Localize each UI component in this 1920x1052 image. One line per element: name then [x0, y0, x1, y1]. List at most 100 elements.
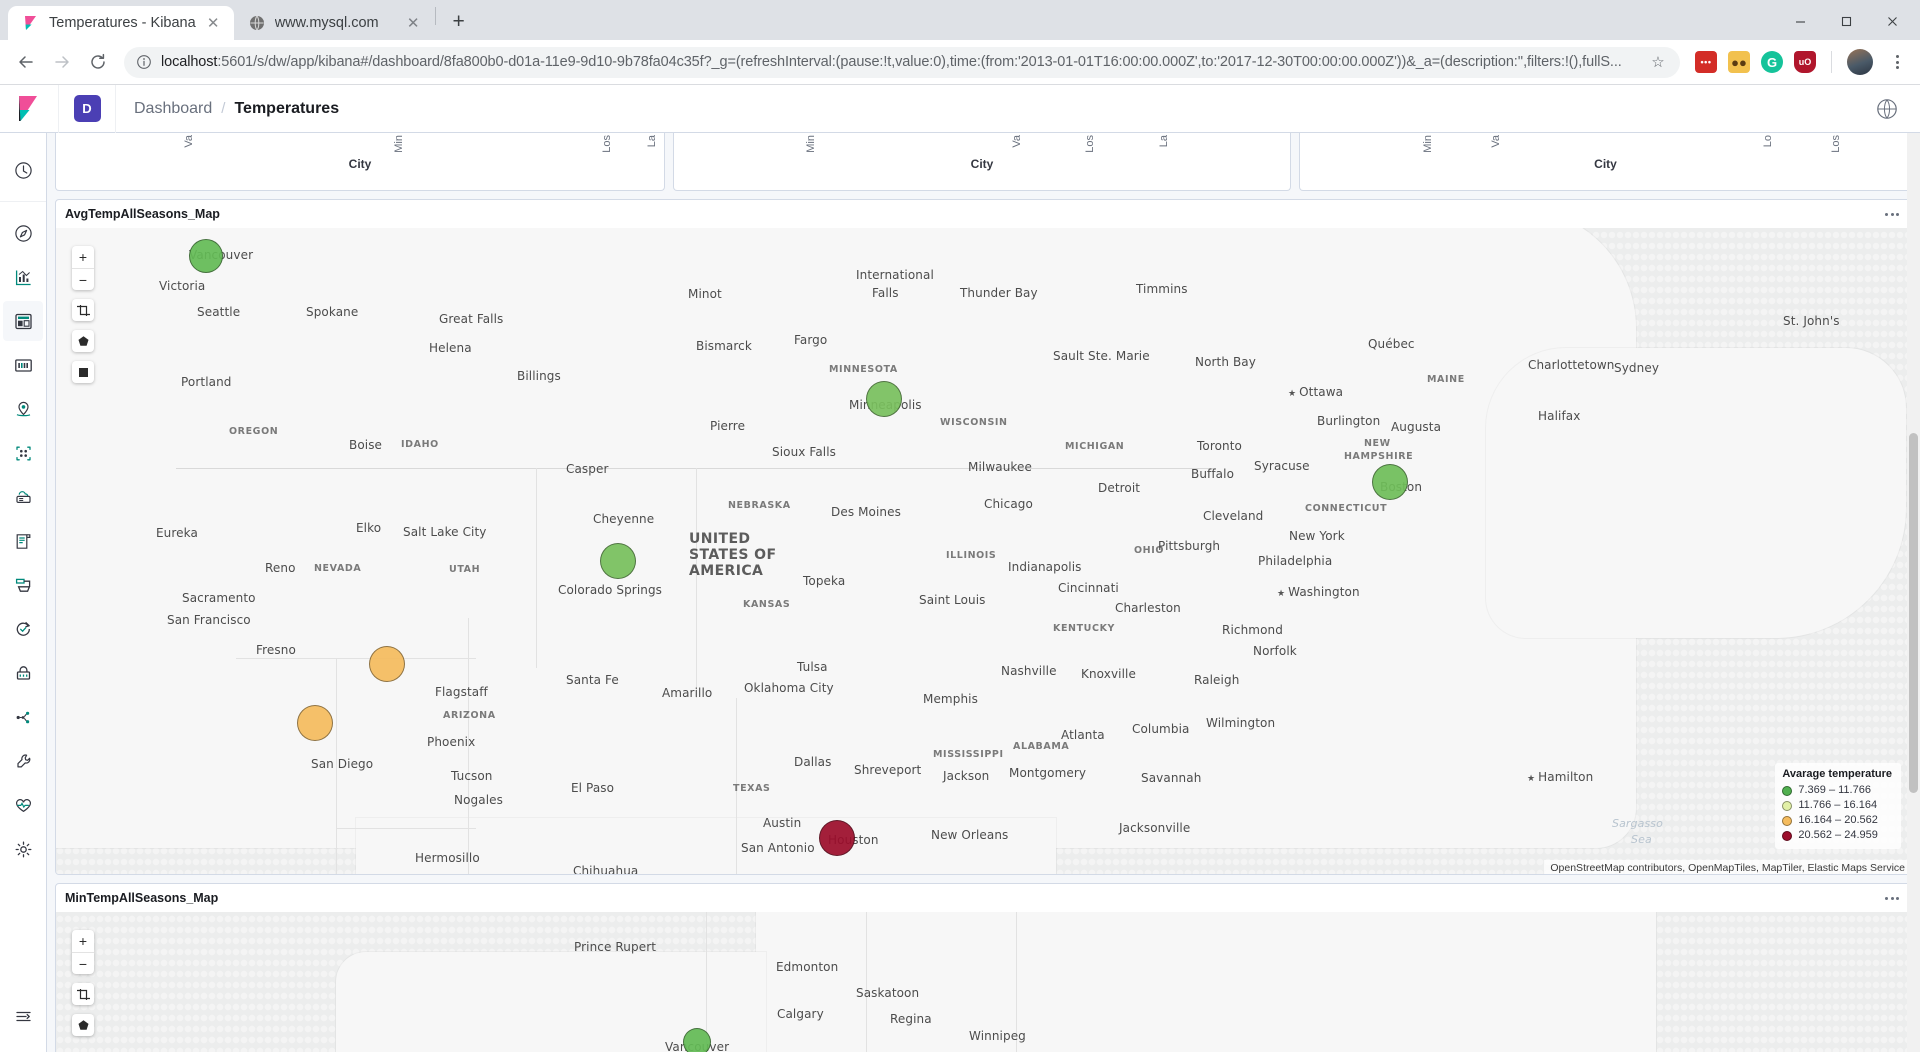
sidebar-item-machine-learning[interactable]: [3, 433, 43, 473]
map-avgtemp[interactable]: VancouverVictoriaSeattleSpokaneGreat Fal…: [56, 228, 1911, 874]
map-city-label: St. John's: [1783, 314, 1840, 328]
draw-polygon-icon[interactable]: [72, 330, 94, 352]
panel-context-menu-icon[interactable]: [1885, 896, 1902, 900]
sidebar-item-management[interactable]: [3, 829, 43, 869]
zoom-in-button[interactable]: +: [72, 246, 94, 268]
breadcrumb-dashboard[interactable]: Dashboard: [134, 100, 212, 118]
x-tick: Va: [1490, 135, 1502, 148]
window-controls: [1778, 8, 1914, 34]
zoom-out-button[interactable]: −: [72, 268, 94, 290]
map-marker[interactable]: [683, 1028, 711, 1052]
sidebar-item-uptime[interactable]: [3, 609, 43, 649]
ublock-extension-icon[interactable]: uO: [1794, 51, 1816, 73]
map-city-label: North Bay: [1195, 355, 1256, 369]
map-mintemp[interactable]: Prince Rupert Edmonton Saskatoon Calgary Reg…: [56, 912, 1911, 1052]
space-switcher[interactable]: D: [58, 84, 116, 133]
sidebar-item-infrastructure[interactable]: [3, 477, 43, 517]
legend-title: Avarage temperature: [1782, 768, 1892, 780]
map-city-label: IDAHO: [401, 439, 439, 450]
map-marker[interactable]: [297, 705, 333, 741]
map-city-label: Milwaukee: [968, 460, 1032, 474]
fit-to-bounds-icon[interactable]: [72, 299, 94, 321]
scrollbar-thumb[interactable]: [1909, 433, 1918, 793]
panel-context-menu-icon[interactable]: [1885, 212, 1902, 216]
chart-panel-1[interactable]: Va Min Los La City: [55, 133, 665, 191]
sidebar-item-logs[interactable]: [3, 521, 43, 561]
sidebar-item-recently-viewed[interactable]: [3, 150, 43, 190]
map-city-label: Des Moines: [831, 505, 901, 519]
fit-to-bounds-icon[interactable]: [72, 983, 94, 1005]
map-city-label: Jackson: [943, 769, 990, 783]
close-icon[interactable]: ✕: [205, 15, 222, 32]
map-marker[interactable]: [189, 239, 223, 273]
map-marker[interactable]: [369, 646, 405, 682]
help-circle-icon[interactable]: [1876, 98, 1898, 120]
map-city-label: NEW: [1364, 438, 1391, 449]
panel-avgtemp-map[interactable]: AvgTempAllSeasons_Map Victoria Seattle S…: [55, 199, 1912, 875]
chart-panel-2[interactable]: Min Va Los La City: [673, 133, 1291, 191]
address-bar[interactable]: localhost:5601/s/dw/app/kibana#/dashboar…: [124, 46, 1680, 78]
sidebar-item-discover[interactable]: [3, 213, 43, 253]
minimize-button[interactable]: [1778, 8, 1822, 34]
maximize-button[interactable]: [1824, 8, 1868, 34]
close-icon[interactable]: ✕: [405, 15, 422, 32]
map-marker[interactable]: [866, 381, 902, 417]
sidebar-item-monitoring[interactable]: [3, 741, 43, 781]
map-controls-min: + −: [72, 930, 94, 1045]
kibana-app: D Dashboard / Temperatures Va Min Los La…: [0, 84, 1920, 1052]
draw-rectangle-icon[interactable]: [72, 361, 94, 383]
nav-group-apps: [0, 202, 46, 880]
sidebar-item-canvas[interactable]: [3, 345, 43, 385]
map-city-label: Montgomery: [1009, 766, 1087, 780]
tab-kibana[interactable]: Temperatures - Kibana ✕: [8, 6, 234, 40]
map-city-label: Syracuse: [1254, 459, 1310, 473]
map-marker[interactable]: [1372, 464, 1408, 500]
map-city-label: Toronto: [1197, 439, 1242, 453]
close-window-button[interactable]: [1870, 8, 1914, 34]
zoom-controls: + −: [72, 246, 94, 290]
zoom-out-button[interactable]: −: [72, 952, 94, 974]
map-city-label: Regina: [890, 1012, 932, 1026]
monkey-extension-icon[interactable]: ●●: [1728, 51, 1750, 73]
bookmark-star-icon[interactable]: ☆: [1648, 53, 1668, 71]
back-button[interactable]: [10, 46, 42, 78]
map-city-label: Santa Fe: [566, 673, 619, 687]
sidebar-item-visualize[interactable]: [3, 257, 43, 297]
grammarly-extension-icon[interactable]: G: [1761, 51, 1783, 73]
heart-pulse-icon: [15, 798, 31, 812]
lastpass-extension-icon[interactable]: •••: [1695, 51, 1717, 73]
draw-polygon-icon[interactable]: [72, 1014, 94, 1036]
chrome-menu-icon[interactable]: [1884, 55, 1910, 69]
info-circle-icon[interactable]: [136, 54, 152, 70]
sidebar-item-heartbeat[interactable]: [3, 785, 43, 825]
sidebar-item-maps[interactable]: [3, 389, 43, 429]
reload-button[interactable]: [82, 46, 114, 78]
new-tab-button[interactable]: +: [443, 6, 475, 38]
tab-mysql[interactable]: www.mysql.com ✕: [233, 6, 434, 40]
chart-panel-3[interactable]: Min Va Lo Los City: [1299, 133, 1912, 191]
map-marker[interactable]: [600, 543, 636, 579]
kibana-logo[interactable]: [0, 85, 58, 133]
map-city-label: MAINE: [1427, 374, 1465, 385]
map-city-label: Hamilton: [1527, 770, 1593, 784]
map-city-label: Sacramento: [182, 591, 256, 605]
x-axis-title: City: [348, 157, 372, 171]
map-city-label: NEBRASKA: [728, 500, 791, 511]
sidebar-item-apm[interactable]: [3, 565, 43, 605]
dashboard-scrollbar[interactable]: [1907, 133, 1920, 1052]
zoom-in-button[interactable]: +: [72, 930, 94, 952]
panel-mintemp-map[interactable]: MinTempAllSeasons_Map Prince Rupert Edmo…: [55, 883, 1912, 1052]
avatar[interactable]: [1847, 49, 1873, 75]
map-city-label: Sault Ste. Marie: [1053, 349, 1150, 363]
dashboard-scroll-container: Va Min Los La City Min Va Los La City Mi…: [47, 133, 1920, 1052]
map-city-label: Fargo: [794, 333, 828, 347]
sidebar-item-dev-tools[interactable]: [3, 697, 43, 737]
sidebar-item-dashboard[interactable]: [3, 301, 43, 341]
sidebar-item-siem[interactable]: [3, 653, 43, 693]
kibana-icon: [22, 14, 40, 32]
map-marker[interactable]: [819, 820, 855, 856]
collapse-nav-button[interactable]: [3, 996, 43, 1036]
map-city-label: Minot: [688, 287, 722, 301]
forward-button[interactable]: [46, 46, 78, 78]
map-city-label: Spokane: [306, 305, 359, 319]
